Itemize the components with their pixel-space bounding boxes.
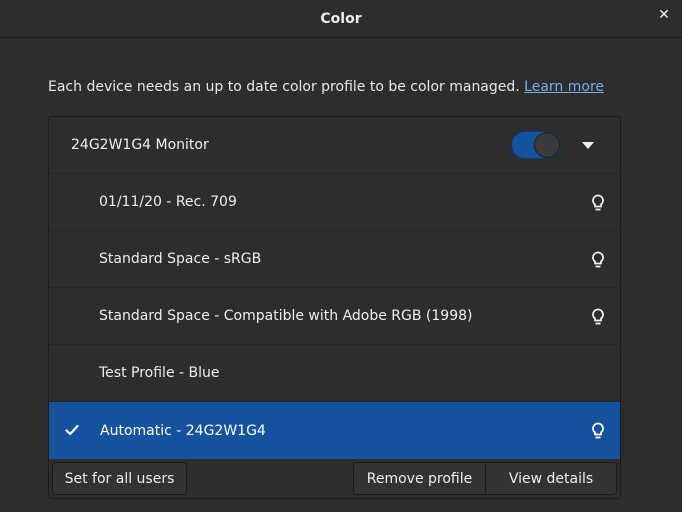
set-for-all-users-button[interactable]: Set for all users bbox=[52, 462, 187, 495]
profile-row-selected[interactable]: Automatic - 24G2W1G4 bbox=[49, 402, 620, 459]
lightbulb-icon bbox=[592, 422, 604, 439]
profile-row[interactable]: 01/11/20 - Rec. 709 bbox=[49, 174, 620, 231]
close-button[interactable]: ✕ bbox=[650, 4, 678, 26]
device-name: 24G2W1G4 Monitor bbox=[71, 137, 209, 153]
lightbulb-icon bbox=[592, 308, 604, 325]
lightbulb-icon bbox=[592, 194, 604, 211]
learn-more-link[interactable]: Learn more bbox=[524, 79, 604, 95]
device-enable-switch[interactable] bbox=[511, 131, 561, 159]
lightbulb-icon bbox=[592, 251, 604, 268]
device-row[interactable]: 24G2W1G4 Monitor bbox=[49, 117, 620, 174]
chevron-down-icon[interactable] bbox=[582, 142, 594, 149]
profile-row[interactable]: Standard Space - sRGB bbox=[49, 231, 620, 288]
intro-row: Each device needs an up to date color pr… bbox=[48, 76, 608, 98]
color-dialog: Color ✕ Each device needs an up to date … bbox=[0, 0, 682, 512]
view-details-button[interactable]: View details bbox=[485, 462, 617, 495]
remove-profile-button[interactable]: Remove profile bbox=[353, 462, 486, 495]
window-title: Color bbox=[320, 10, 362, 27]
header-bar: Color ✕ bbox=[0, 0, 682, 38]
close-icon: ✕ bbox=[658, 7, 670, 23]
action-bar: Set for all users Remove profile View de… bbox=[49, 459, 620, 498]
profile-label: Standard Space - sRGB bbox=[99, 251, 262, 267]
switch-knob bbox=[534, 132, 560, 158]
profile-row[interactable]: Standard Space - Compatible with Adobe R… bbox=[49, 288, 620, 345]
intro-text: Each device needs an up to date color pr… bbox=[48, 79, 520, 95]
checkmark-icon bbox=[65, 424, 79, 436]
profile-label: Automatic - 24G2W1G4 bbox=[100, 422, 266, 439]
profile-row[interactable]: Test Profile - Blue bbox=[49, 345, 620, 402]
device-list: 24G2W1G4 Monitor 01/11/20 - Rec. 709 Sta… bbox=[48, 116, 621, 499]
profile-label: 01/11/20 - Rec. 709 bbox=[99, 194, 237, 210]
profile-label: Standard Space - Compatible with Adobe R… bbox=[99, 308, 473, 324]
profile-label: Test Profile - Blue bbox=[99, 365, 220, 381]
